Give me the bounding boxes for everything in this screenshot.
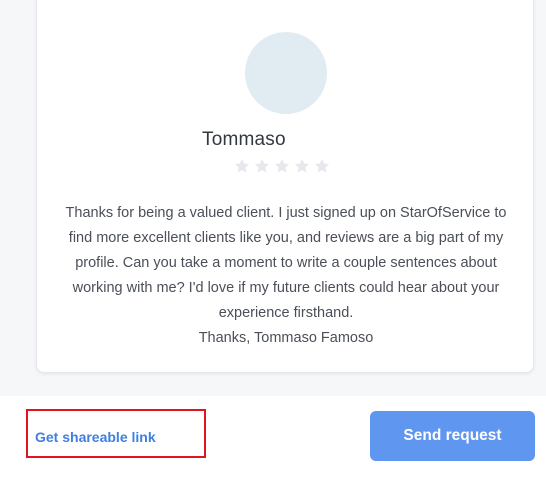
send-request-button[interactable]: Send request <box>370 411 535 461</box>
star-icon <box>314 158 330 173</box>
star-icon <box>294 158 310 173</box>
message-signature: Thanks, Tommaso Famoso <box>198 330 374 346</box>
review-request-message: Thanks for being a valued client. I just… <box>55 201 517 351</box>
message-line: Thanks for being a valued client. I just… <box>65 205 507 221</box>
message-line: experience firsthand. <box>218 305 354 321</box>
star-icon <box>274 158 290 173</box>
review-request-card: Tommaso Thanks for being a valued client… <box>36 0 534 373</box>
message-line: profile. Can you take a moment to write … <box>75 255 497 271</box>
star-rating <box>233 157 331 175</box>
client-name: Tommaso <box>202 129 286 150</box>
message-line: find more excellent clients like you, an… <box>68 230 504 246</box>
get-shareable-link[interactable]: Get shareable link <box>35 429 156 445</box>
star-icon <box>234 158 250 173</box>
star-icon <box>254 158 270 173</box>
message-line: working with me? I'd love if my future c… <box>72 280 500 296</box>
avatar <box>245 32 327 114</box>
